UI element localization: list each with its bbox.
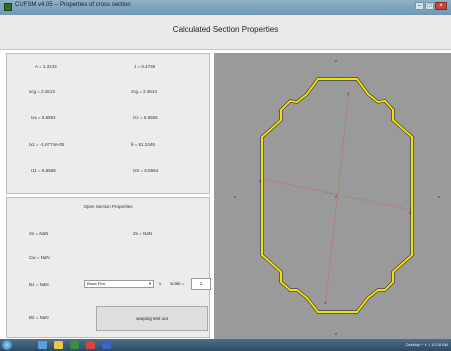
maximize-button[interactable]: □ [425,2,434,10]
prop-b2: B2 = NaN [29,315,49,320]
prop-zs: Zs = NaN [133,231,153,236]
dropdown-value: Basic Plot [87,281,105,286]
window-title: CUFSM v4.05 -- Properties of cross secti… [15,2,131,8]
close-button[interactable]: × [435,2,447,10]
open-section-title: Open Section Properties [83,204,133,209]
page-title: Calculated Section Properties [172,25,279,34]
principal-label-1-top: 1 [347,91,350,96]
prop-i22: I22 = 6.5584 [133,168,159,173]
prop-xcg: xcg = 2.3613 [29,89,55,94]
section-properties-panel: A = 1.3133 J = 0.4736 xcg = 2.3613 zcg =… [6,53,210,194]
prop-area: A = 1.3133 [35,64,57,69]
start-button[interactable] [2,340,12,350]
principal-label-1-bottom: 1 [324,300,327,305]
app-icon [4,3,12,11]
prop-theta: θ = 61.2448 [131,142,155,147]
centroid-label: C [335,194,338,199]
prop-xs: Xs = NaN [29,231,49,236]
scale-input[interactable]: 1 [191,278,211,290]
browser-icon[interactable] [38,341,47,349]
system-tray: Desktop ^ ◐ ♪ 10:28 AM [405,342,448,347]
prop-cw: Cw = NaN [29,255,50,260]
taskbar: Desktop ^ ◐ ♪ 10:28 AM [0,339,451,351]
open-section-panel: Open Section Properties Xs = NaN Zs = Na… [6,197,211,338]
prop-i11: I11 = 6.5565 [31,168,56,173]
prop-zcg: zcg = 2.3614 [131,89,157,94]
chevron-down-icon: ▼ [148,281,152,286]
section-plot-svg: z z x x 1 1 2 2 C [214,58,451,336]
prop-izz: Izz = 6.5565 [133,115,158,120]
minimize-button[interactable]: – [415,2,424,10]
app-blue-icon[interactable] [102,341,111,349]
axis-label-x-right: x [438,194,440,199]
warping-test-button[interactable]: warping test out [96,306,208,331]
axis-label-x-left: x [234,194,236,199]
plot-type-dropdown[interactable]: Basic Plot ▼ [84,280,154,288]
param-symbol: v [159,281,162,286]
app-red-icon[interactable] [86,341,95,349]
media-icon[interactable] [70,341,79,349]
title-bar: CUFSM v4.05 -- Properties of cross secti… [0,0,451,15]
prop-torsion: J = 0.4736 [134,64,156,69]
section-plot[interactable]: z z x x 1 1 2 2 C [214,53,451,340]
window-controls: – □ × [415,2,447,10]
prop-ixx: Ixx = 6.5584 [31,115,56,120]
prop-b1: B1 = NaN [29,282,49,287]
folder-icon[interactable] [54,341,63,349]
scale-label: scale = [170,281,185,286]
header-bar: Calculated Section Properties [0,15,451,50]
axis-label-z-bottom: z [335,331,337,336]
prop-ixz: Ixz = -1.6774e-05 [29,142,65,147]
axis-label-z-top: z [335,58,337,63]
